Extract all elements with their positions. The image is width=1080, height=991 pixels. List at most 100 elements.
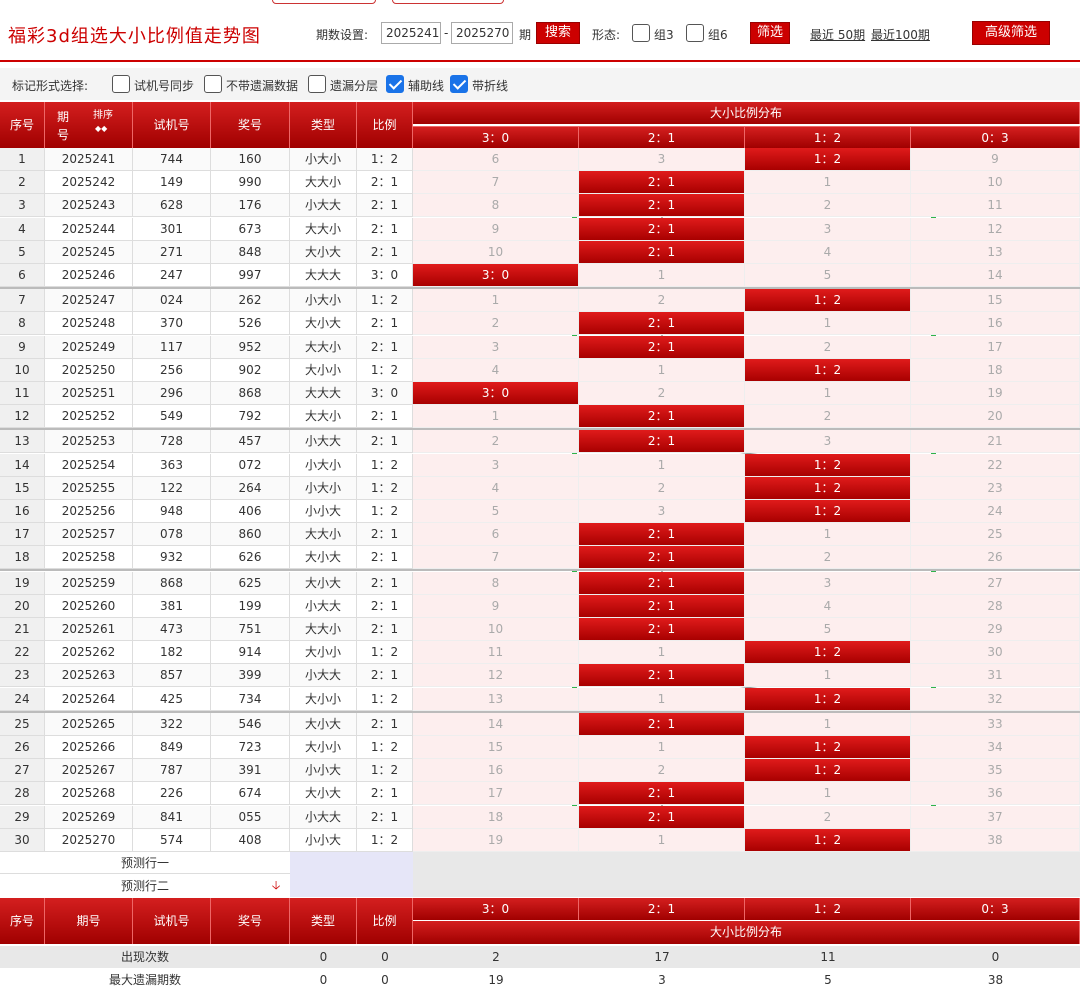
row-trial: 182 xyxy=(133,641,211,665)
dist-miss-cell: 15 xyxy=(413,736,579,759)
row-ratio: 1：2 xyxy=(357,453,413,477)
dist-hit-cell: 2：1 xyxy=(579,171,745,195)
dist-miss-cell: 1 xyxy=(745,171,911,195)
sort-arrows-icon[interactable]: ◆◆ xyxy=(95,124,107,134)
predict-row-2[interactable]: 预测行二 xyxy=(0,875,290,897)
dist-hit-cell: 3：0 xyxy=(413,264,579,287)
row-seq: 8 xyxy=(0,312,45,336)
row-period: 2025270 xyxy=(45,828,133,852)
advanced-filter-button[interactable]: 高级筛选 xyxy=(972,21,1050,45)
dist-miss-cell: 1 xyxy=(579,687,745,711)
predict-arrow-icon[interactable]: 🡣 xyxy=(268,876,284,897)
row-trial: 024 xyxy=(133,289,211,313)
dist-miss-cell: 18 xyxy=(911,358,1080,382)
recent-50-link[interactable]: 最近 50期 xyxy=(810,26,865,43)
top-tab-1[interactable] xyxy=(272,0,376,4)
row-period: 2025241 xyxy=(45,148,133,171)
dist-col-3: 0：3 xyxy=(911,126,1080,148)
footer-dist-col-2: 1：2 xyxy=(745,898,911,920)
dist-miss-cell: 12 xyxy=(413,664,579,688)
row-type: 小大大 xyxy=(290,430,357,454)
dist-miss-cell: 11 xyxy=(911,194,1080,218)
row-period: 2025260 xyxy=(45,594,133,618)
row-seq: 24 xyxy=(0,687,45,711)
predict-row-1[interactable]: 预测行一 xyxy=(0,852,290,874)
top-tab-2[interactable] xyxy=(392,0,504,4)
trial-sync-checkbox[interactable] xyxy=(112,75,130,93)
row-seq: 19 xyxy=(0,571,45,595)
row-period: 2025244 xyxy=(45,217,133,241)
row-draw: 457 xyxy=(211,430,290,454)
row-seq: 25 xyxy=(0,712,45,736)
period-from-input[interactable]: 2025241 xyxy=(381,22,441,44)
predict-dist-area xyxy=(413,852,1080,897)
row-draw: 406 xyxy=(211,500,290,523)
dist-miss-cell: 25 xyxy=(911,523,1080,547)
dist-hit-cell: 2：1 xyxy=(579,618,745,641)
row-ratio: 3：0 xyxy=(357,264,413,287)
dist-miss-cell: 24 xyxy=(911,500,1080,523)
row-ratio: 1：2 xyxy=(357,736,413,759)
row-trial: 948 xyxy=(133,500,211,523)
row-type: 小大小 xyxy=(290,289,357,313)
row-draw: 072 xyxy=(211,453,290,477)
group3-checkbox[interactable] xyxy=(632,24,650,42)
row-period: 2025259 xyxy=(45,571,133,595)
row-trial: 363 xyxy=(133,453,211,477)
row-draw: 055 xyxy=(211,805,290,829)
row-ratio: 2：1 xyxy=(357,594,413,618)
no-miss-data-checkbox[interactable] xyxy=(204,75,222,93)
dist-miss-cell: 19 xyxy=(911,382,1080,405)
dist-hit-cell: 2：1 xyxy=(579,430,745,454)
dist-miss-cell: 1 xyxy=(579,453,745,477)
row-seq: 29 xyxy=(0,805,45,829)
row-trial: 628 xyxy=(133,194,211,218)
row-ratio: 1：2 xyxy=(357,289,413,313)
no-miss-data-label: 不带遗漏数据 xyxy=(226,79,299,93)
dist-miss-cell: 13 xyxy=(413,687,579,711)
period-to-input[interactable]: 2025270 xyxy=(451,22,513,44)
row-trial: 117 xyxy=(133,335,211,359)
dist-hit-cell: 2：1 xyxy=(579,335,745,359)
footer-dist-col-3: 0：3 xyxy=(911,898,1080,920)
search-button[interactable]: 搜索 xyxy=(536,22,580,44)
dist-miss-cell: 6 xyxy=(413,523,579,547)
row-draw: 391 xyxy=(211,759,290,783)
row-ratio: 2：1 xyxy=(357,171,413,195)
form-label: 形态: xyxy=(592,28,621,42)
recent-100-link[interactable]: 最近100期 xyxy=(871,26,930,43)
row-period: 2025268 xyxy=(45,782,133,806)
filter-button[interactable]: 筛选 xyxy=(750,22,790,44)
row-type: 小大大 xyxy=(290,664,357,688)
dist-miss-cell: 8 xyxy=(413,571,579,595)
stat-value: 17 xyxy=(579,946,745,968)
dist-miss-cell: 1 xyxy=(745,782,911,806)
aux-line-checkbox[interactable] xyxy=(386,75,404,93)
row-type: 小大小 xyxy=(290,148,357,171)
dist-miss-cell: 2 xyxy=(745,805,911,829)
dist-miss-cell: 9 xyxy=(911,148,1080,171)
dist-miss-cell: 5 xyxy=(745,264,911,287)
dist-miss-cell: 32 xyxy=(911,687,1080,711)
row-trial: 271 xyxy=(133,240,211,264)
row-seq: 13 xyxy=(0,430,45,454)
row-draw: 160 xyxy=(211,148,290,171)
dist-miss-cell: 19 xyxy=(413,828,579,852)
sort-button[interactable]: 排序 xyxy=(93,110,113,122)
row-seq: 12 xyxy=(0,405,45,429)
dist-miss-cell: 1 xyxy=(745,712,911,736)
row-ratio: 2：1 xyxy=(357,335,413,359)
row-trial: 370 xyxy=(133,312,211,336)
row-type: 大小小 xyxy=(290,641,357,665)
row-type: 大大小 xyxy=(290,335,357,359)
row-seq: 6 xyxy=(0,264,45,287)
group6-checkbox[interactable] xyxy=(686,24,704,42)
miss-layer-checkbox[interactable] xyxy=(308,75,326,93)
fold-line-checkbox[interactable] xyxy=(450,75,468,93)
row-draw: 997 xyxy=(211,264,290,287)
dist-miss-cell: 1 xyxy=(745,523,911,547)
row-trial: 549 xyxy=(133,405,211,429)
dist-miss-cell: 38 xyxy=(911,828,1080,852)
dist-miss-cell: 36 xyxy=(911,782,1080,806)
predict-input-area[interactable] xyxy=(290,852,413,897)
